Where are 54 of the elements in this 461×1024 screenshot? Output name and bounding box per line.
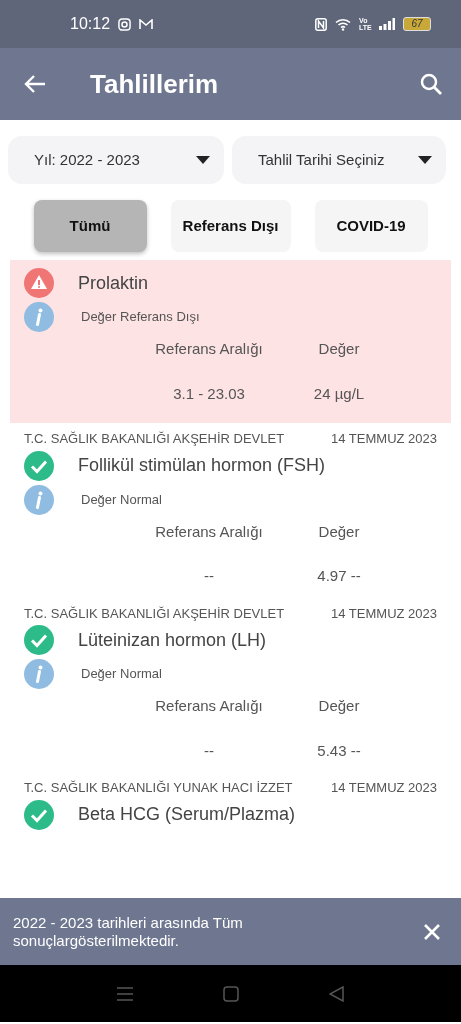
wifi-icon	[335, 17, 351, 31]
back-arrow-icon[interactable]	[24, 74, 46, 94]
result-date: 14 TEMMUZ 2023	[331, 605, 437, 622]
info-icon[interactable]	[24, 484, 54, 515]
test-name: Beta HCG (Serum/Plazma)	[78, 803, 296, 827]
check-icon	[24, 625, 54, 656]
status-note: Değer Referans Dışı	[81, 308, 200, 327]
hospital-name: T.C. SAĞLIK BAKANLIĞI AKŞEHİR DEVLET	[24, 605, 285, 622]
result-value: 24 µg/L	[312, 383, 366, 404]
caret-icon	[196, 156, 210, 164]
info-icon[interactable]	[24, 302, 54, 332]
column-label: Referans Aralığı	[154, 696, 264, 717]
test-name: Lüteinizan hormon (LH)	[78, 628, 267, 652]
check-icon	[24, 450, 54, 481]
caret-icon	[418, 156, 432, 164]
reference-range: --	[203, 566, 215, 587]
warning-icon	[24, 268, 54, 298]
search-icon[interactable]	[419, 72, 443, 96]
battery-indicator: 67	[403, 17, 431, 31]
camera-icon	[118, 17, 132, 31]
mail-icon	[139, 18, 154, 30]
test-name: Follikül stimülan hormon (FSH)	[78, 454, 326, 478]
info-icon[interactable]	[24, 659, 54, 690]
result-date: 14 TEMMUZ 2023	[331, 431, 437, 447]
filter-tab[interactable]: COVID-19	[314, 200, 428, 252]
clock-text: 10:12	[70, 14, 111, 34]
column-label: Referans Aralığı	[154, 339, 264, 359]
reference-range: 3.1 - 23.03	[172, 383, 246, 404]
home-icon[interactable]	[223, 985, 239, 1002]
reference-range: --	[203, 740, 215, 761]
snackbar-message: 2022 - 2023 tarihleri arasında Tüm sonuçlargösterilmektedir.	[13, 913, 244, 950]
back-icon[interactable]	[329, 985, 344, 1002]
filter-tab[interactable]: Tümü	[33, 200, 147, 252]
status-note: Değer Normal	[81, 665, 162, 684]
page-title: Tahlillerim	[90, 67, 219, 101]
hospital-name: T.C. SAĞLIK BAKANLIĞI YUNAK HACI İZZET	[24, 780, 293, 796]
column-label: Değer	[317, 339, 361, 359]
dropdown[interactable]: Tahlil Tarihi Seçiniz	[232, 136, 446, 184]
column-label: Değer	[317, 696, 361, 717]
test-name: Prolaktin	[78, 271, 149, 295]
menu-icon[interactable]	[117, 986, 133, 1001]
hospital-name: T.C. SAĞLIK BAKANLIĞI AKŞEHİR DEVLET	[24, 431, 285, 447]
nfc-icon	[315, 17, 327, 31]
column-label: Referans Aralığı	[154, 521, 264, 542]
result-value: 5.43 --	[316, 740, 362, 761]
check-icon	[24, 799, 54, 830]
filter-tab[interactable]: Referans Dışı	[170, 200, 291, 252]
column-label: Değer	[317, 521, 361, 542]
status-note: Değer Normal	[81, 490, 162, 509]
result-date: 14 TEMMUZ 2023	[331, 780, 437, 796]
result-value: 4.97 --	[316, 566, 362, 587]
dropdown[interactable]: Yıl: 2022 - 2023	[8, 136, 224, 184]
signal-icon	[379, 18, 395, 30]
close-icon[interactable]	[423, 922, 441, 941]
